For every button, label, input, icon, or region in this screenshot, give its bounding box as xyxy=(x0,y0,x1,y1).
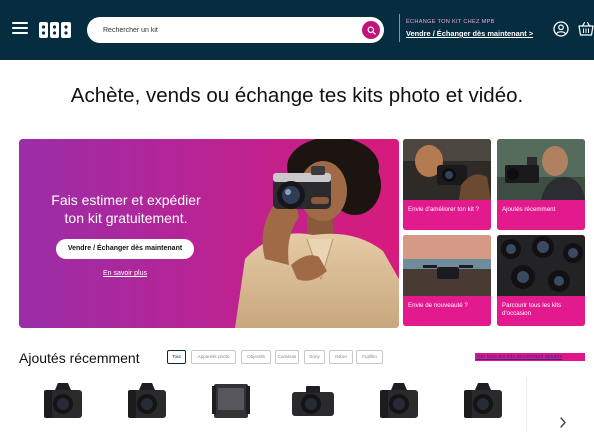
tile-browse-all[interactable]: Parcourir tous les kits d'occasion xyxy=(497,235,585,326)
recent-section-title: Ajoutés récemment xyxy=(19,350,140,366)
tile-new-gear[interactable]: Envie de nouveauté ? xyxy=(403,235,491,326)
tile-browse-image xyxy=(497,235,585,296)
photographer-image xyxy=(235,139,399,328)
dslr-camera-icon[interactable] xyxy=(376,380,422,422)
header-divider xyxy=(399,14,400,42)
hero-banner: Fais estimer et expédier ton kit gratuit… xyxy=(19,139,399,328)
dslr-camera-icon[interactable] xyxy=(124,380,170,422)
search-icon xyxy=(366,25,376,35)
see-all-recent-link[interactable]: Voir tous les kits récemment ajoutés xyxy=(475,353,585,361)
filter-cameras[interactable]: Appareils photo xyxy=(191,350,236,364)
top-header: ÉCHANGE TON KIT CHEZ MPB Vendre / Échang… xyxy=(0,0,594,60)
tile-recent-label: Ajoutés récemment xyxy=(497,200,585,230)
filter-fujifilm[interactable]: Fujifilm xyxy=(356,350,383,364)
chevron-right-icon[interactable] xyxy=(552,413,574,432)
learn-more-link[interactable]: En savoir plus xyxy=(19,270,231,277)
search-bar xyxy=(87,17,384,43)
tile-recent-image xyxy=(497,139,585,200)
search-input[interactable] xyxy=(103,21,353,39)
mirrorless-camera-icon[interactable] xyxy=(290,380,336,422)
search-button[interactable] xyxy=(362,21,380,39)
sell-trade-link[interactable]: Vendre / Échanger dès maintenant > xyxy=(406,29,533,38)
filter-all[interactable]: Tout xyxy=(167,350,186,364)
promo-label: ÉCHANGE TON KIT CHEZ MPB xyxy=(406,19,495,25)
page-headline: Achète, vends ou échange tes kits photo … xyxy=(70,84,524,107)
tile-upgrade-image xyxy=(403,139,491,200)
hero-sell-button[interactable]: Vendre / Échanger dès maintenant xyxy=(56,239,194,259)
carousel-divider xyxy=(526,378,527,432)
tile-new-image xyxy=(403,235,491,296)
filter-camcorders[interactable]: Caméras xyxy=(275,350,299,364)
dslr-camera-icon[interactable] xyxy=(40,380,86,422)
dslr-camera-icon[interactable] xyxy=(460,380,506,422)
tile-new-label: Envie de nouveauté ? xyxy=(403,296,491,326)
hero-text: Fais estimer et expédier ton kit gratuit… xyxy=(51,192,201,226)
basket-icon[interactable] xyxy=(578,21,594,37)
filter-lenses[interactable]: Objectifs xyxy=(241,350,271,364)
filter-sony[interactable]: Sony xyxy=(304,350,325,364)
tile-upgrade-kit[interactable]: Envie d'améliorer ton kit ? xyxy=(403,139,491,230)
filter-nikon[interactable]: Nikon xyxy=(329,350,353,364)
tile-upgrade-label: Envie d'améliorer ton kit ? xyxy=(403,200,491,230)
tile-recently-added[interactable]: Ajoutés récemment xyxy=(497,139,585,230)
menu-icon[interactable] xyxy=(12,22,28,35)
user-icon[interactable] xyxy=(553,21,569,37)
mpb-logo-icon[interactable] xyxy=(39,22,71,38)
tile-browse-label: Parcourir tous les kits d'occasion xyxy=(497,296,585,326)
cinema-camera-icon[interactable] xyxy=(208,380,254,422)
